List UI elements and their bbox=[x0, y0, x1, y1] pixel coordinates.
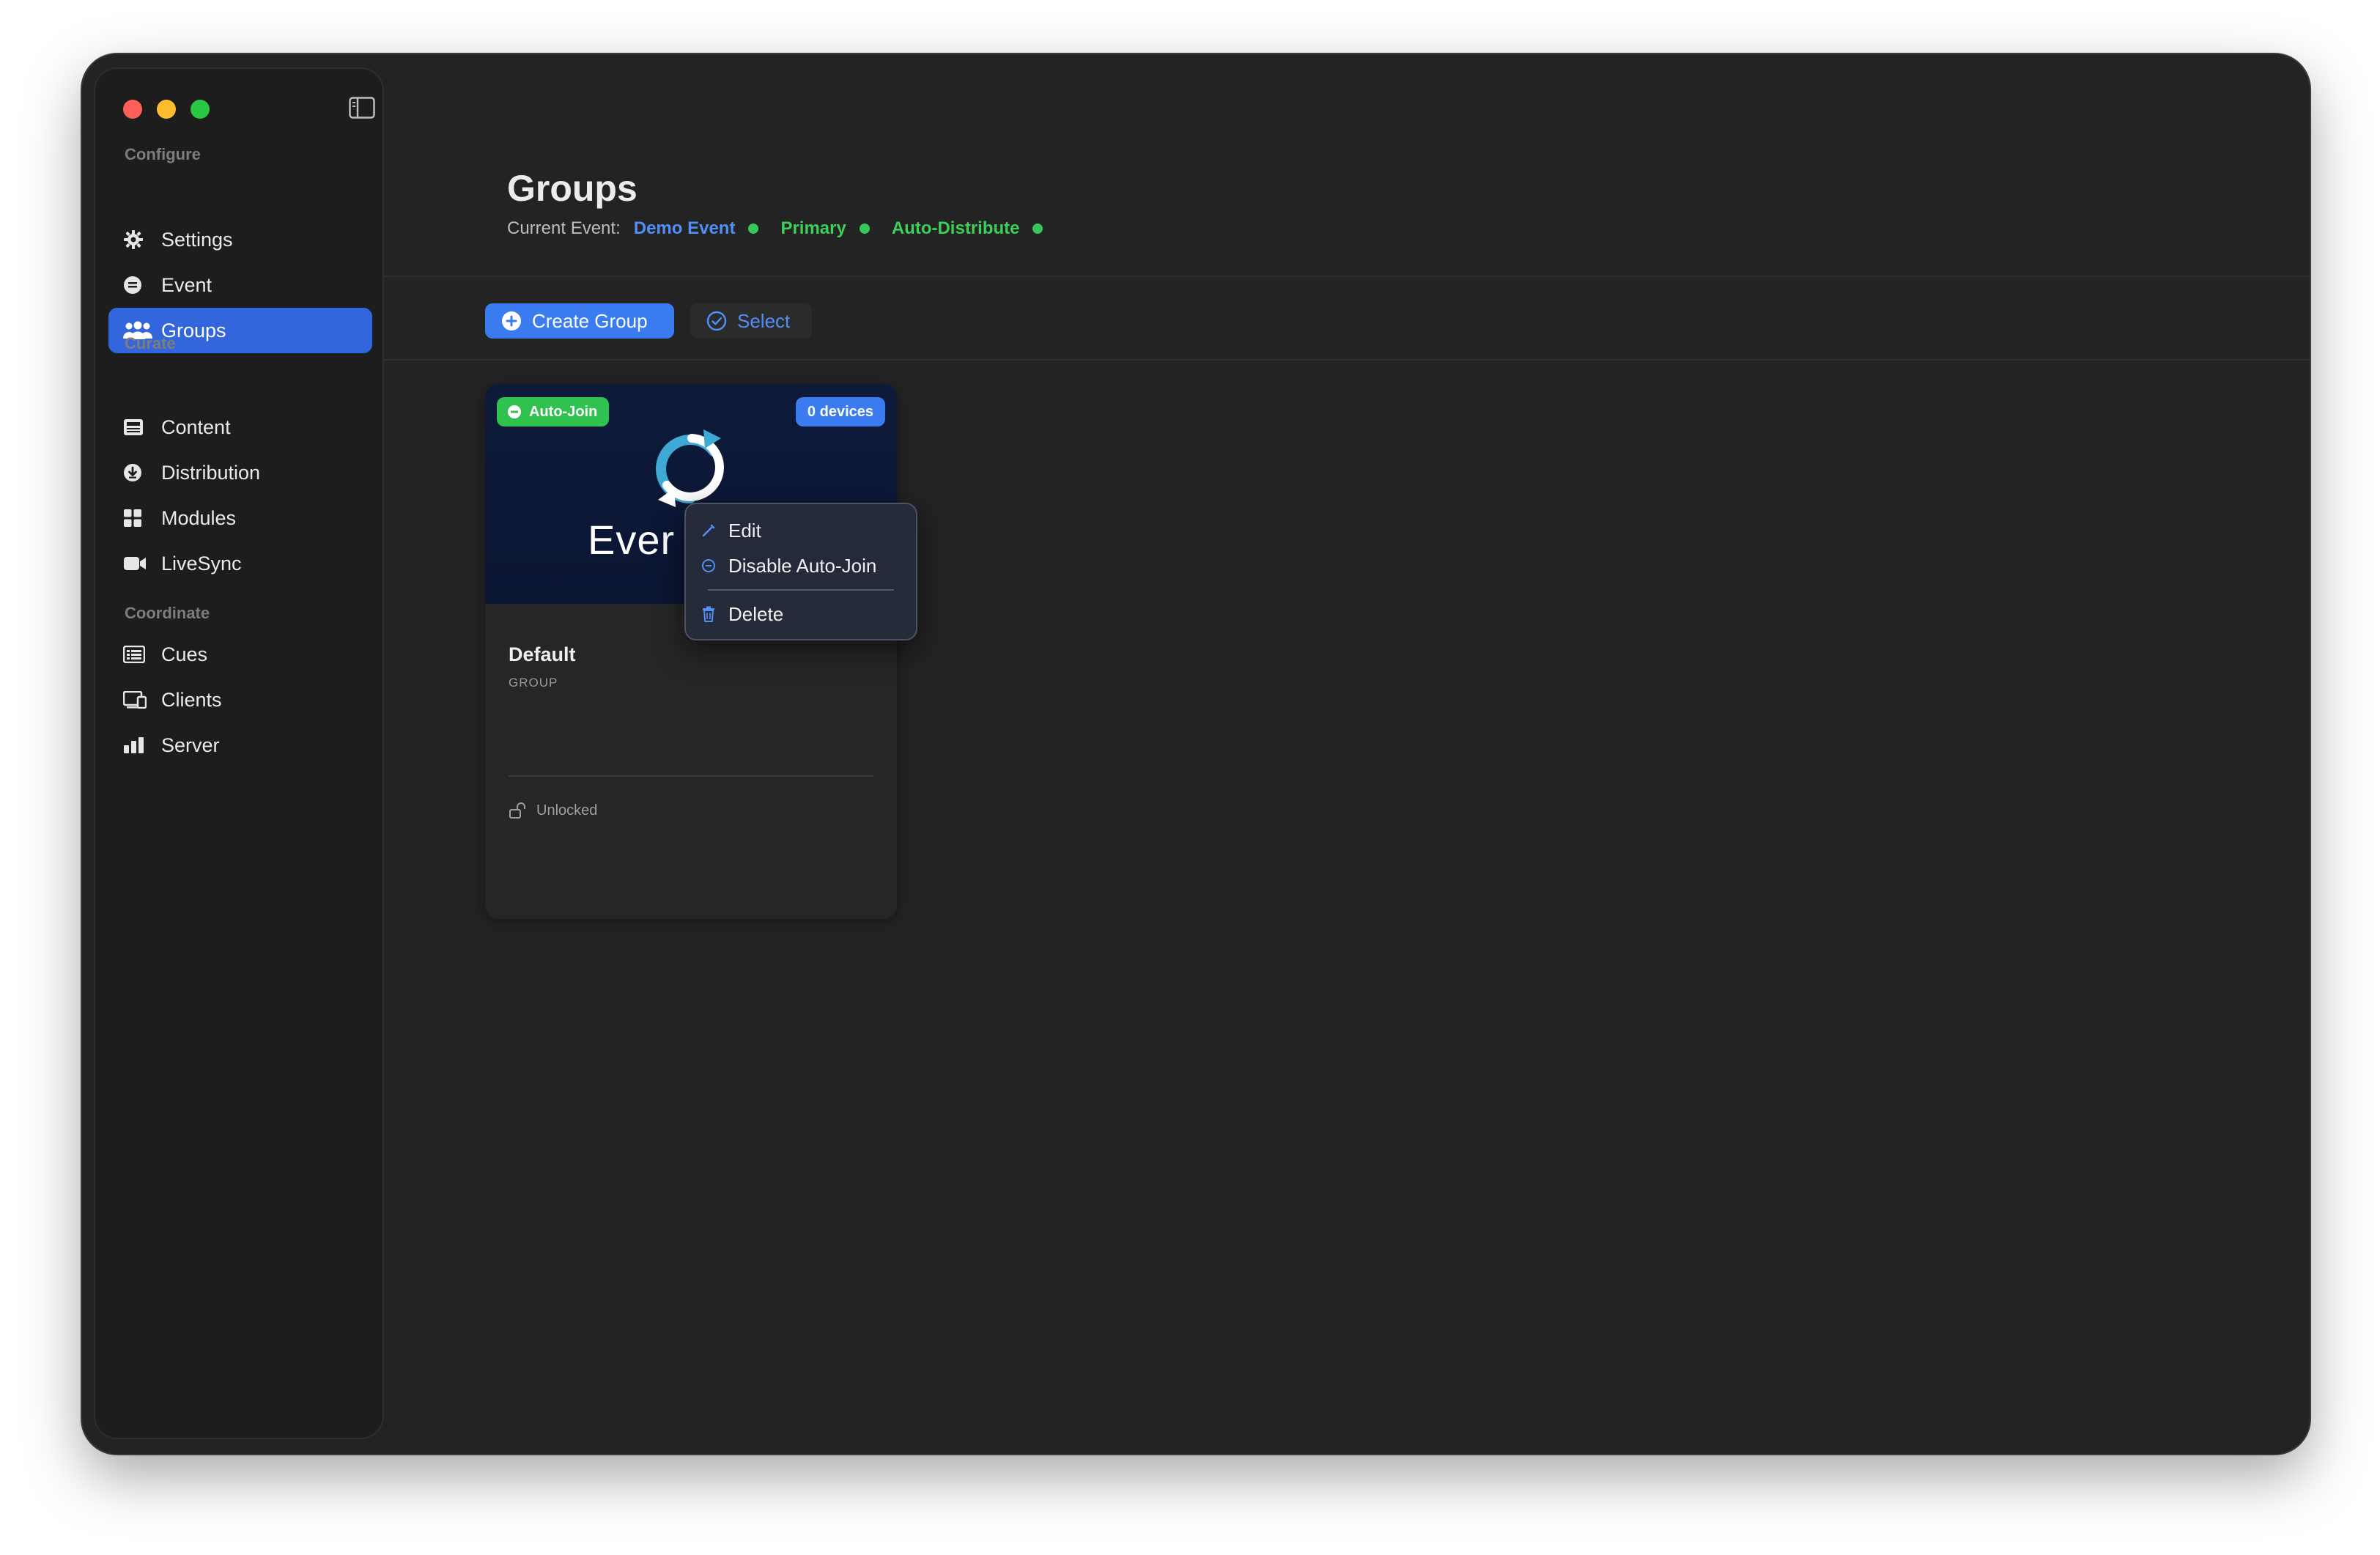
header-divider bbox=[384, 276, 2310, 277]
menu-item-edit[interactable]: Edit bbox=[701, 516, 901, 545]
sidebar-item-label: Distribution bbox=[161, 461, 261, 484]
auto-join-badge-label: Auto-Join bbox=[529, 403, 598, 420]
current-event-label: Current Event: bbox=[507, 218, 621, 238]
group-context-menu: Edit Disable Auto-Join Delete bbox=[684, 503, 917, 640]
sidebar-toggle-icon[interactable] bbox=[349, 97, 375, 119]
auto-join-badge: Auto-Join bbox=[497, 397, 610, 426]
pencil-icon bbox=[701, 522, 717, 539]
auto-distribute-status: Auto-Distribute bbox=[891, 218, 1020, 238]
event-status-dot bbox=[748, 224, 759, 234]
group-card[interactable]: Auto-Join 0 devices Ever Default GROUP U… bbox=[485, 384, 897, 919]
bar-chart-icon bbox=[123, 734, 152, 757]
sidebar-item-event[interactable]: Event bbox=[108, 262, 372, 308]
plus-circle-icon bbox=[502, 311, 521, 330]
sidebar-item-label: Server bbox=[161, 734, 220, 756]
auto-distribute-status-dot bbox=[1032, 224, 1043, 234]
group-name: Default bbox=[509, 643, 576, 665]
list-icon bbox=[123, 643, 152, 666]
section-title-coordinate: Coordinate bbox=[125, 604, 210, 622]
lock-status-label: Unlocked bbox=[536, 802, 598, 819]
create-group-button[interactable]: Create Group bbox=[485, 303, 674, 339]
event-status-line: Current Event: Demo Event Primary Auto-D… bbox=[507, 218, 1043, 239]
sidebar-item-modules[interactable]: Modules bbox=[108, 495, 372, 541]
download-circle-icon bbox=[123, 461, 152, 484]
sidebar-item-distribution[interactable]: Distribution bbox=[108, 450, 372, 495]
create-group-label: Create Group bbox=[532, 309, 648, 332]
checkmark-circle-icon bbox=[706, 311, 727, 331]
menu-item-label: Delete bbox=[728, 602, 784, 625]
gear-icon bbox=[123, 228, 152, 251]
card-divider bbox=[509, 775, 873, 777]
page-title: Groups bbox=[507, 168, 638, 209]
toolbar-divider bbox=[384, 359, 2310, 361]
sidebar-item-label: LiveSync bbox=[161, 552, 242, 575]
section-title-curate: Curate bbox=[125, 334, 176, 352]
sync-logo-icon bbox=[656, 429, 724, 507]
current-event-link[interactable]: Demo Event bbox=[634, 218, 736, 239]
sidebar-item-cues[interactable]: Cues bbox=[108, 632, 372, 677]
menu-item-delete[interactable]: Delete bbox=[701, 599, 901, 629]
menu-item-label: Edit bbox=[728, 519, 761, 542]
minus-circle-icon bbox=[508, 405, 521, 418]
section-title-configure: Configure bbox=[125, 145, 201, 163]
select-button[interactable]: Select bbox=[690, 303, 812, 339]
sidebar-item-label: Event bbox=[161, 273, 212, 296]
select-label: Select bbox=[737, 309, 791, 332]
main-content: Groups Current Event: Demo Event Primary… bbox=[384, 54, 2310, 1454]
close-window-button[interactable] bbox=[123, 100, 142, 119]
sidebar-item-livesync[interactable]: LiveSync bbox=[108, 541, 372, 586]
menu-separator bbox=[708, 589, 894, 591]
menu-item-disable-auto-join[interactable]: Disable Auto-Join bbox=[701, 551, 901, 580]
devices-count-badge: 0 devices bbox=[795, 397, 885, 426]
sidebar-item-server[interactable]: Server bbox=[108, 723, 372, 768]
sidebar-item-label: Settings bbox=[161, 228, 233, 251]
primary-status-dot bbox=[859, 224, 870, 234]
sidebar-item-clients[interactable]: Clients bbox=[108, 677, 372, 723]
trash-icon bbox=[701, 606, 717, 622]
sidebar-item-label: Clients bbox=[161, 688, 222, 711]
primary-status: Primary bbox=[780, 218, 846, 238]
minimize-window-button[interactable] bbox=[157, 100, 176, 119]
sidebar-item-settings[interactable]: Settings bbox=[108, 217, 372, 262]
sidebar-item-label: Modules bbox=[161, 506, 237, 529]
devices-icon bbox=[123, 688, 152, 712]
sidebar-item-content[interactable]: Content bbox=[108, 405, 372, 450]
minus-circle-icon bbox=[701, 558, 717, 574]
app-window: Configure Settings Event Groups Curate C bbox=[82, 54, 2310, 1454]
sidebar-item-label: Content bbox=[161, 415, 231, 438]
group-kind: GROUP bbox=[509, 676, 558, 690]
sidebar-item-label: Cues bbox=[161, 643, 208, 665]
video-camera-icon bbox=[123, 552, 152, 575]
unlock-icon bbox=[509, 802, 525, 819]
lock-status: Unlocked bbox=[509, 802, 597, 819]
zoom-window-button[interactable] bbox=[191, 100, 210, 119]
grid-icon bbox=[123, 506, 152, 530]
menu-item-label: Disable Auto-Join bbox=[728, 554, 877, 577]
thumbnail-text: Ever bbox=[588, 517, 676, 563]
film-icon bbox=[123, 415, 152, 439]
event-icon bbox=[123, 273, 152, 297]
sidebar: Configure Settings Event Groups Curate C bbox=[94, 67, 384, 1439]
